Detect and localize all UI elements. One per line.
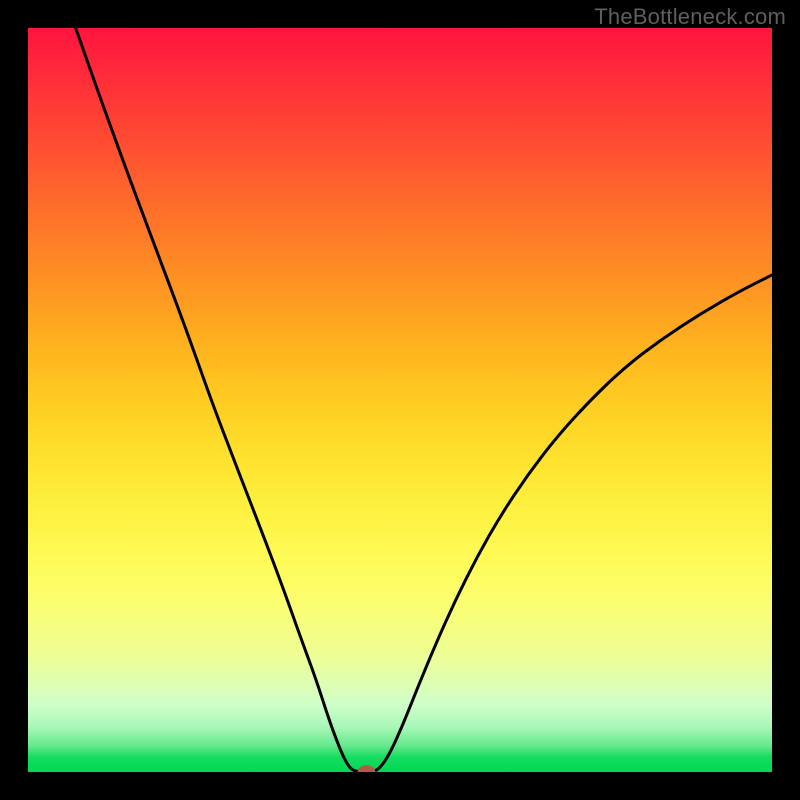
bottleneck-marker bbox=[358, 765, 376, 772]
chart-frame: TheBottleneck.com bbox=[0, 0, 800, 800]
watermark-text: TheBottleneck.com bbox=[594, 4, 786, 30]
curve-right bbox=[372, 275, 772, 772]
plot-area bbox=[28, 28, 772, 772]
plot-svg bbox=[28, 28, 772, 772]
curve-left bbox=[76, 28, 362, 772]
